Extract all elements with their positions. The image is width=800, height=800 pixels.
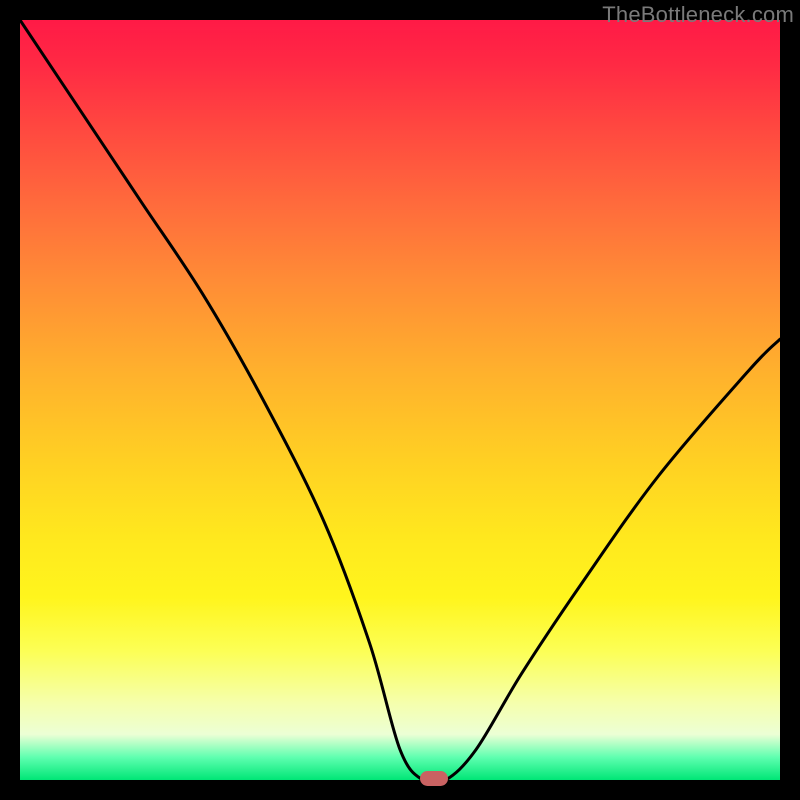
bottleneck-curve [20, 20, 780, 780]
watermark-text: TheBottleneck.com [602, 2, 794, 28]
optimal-point-marker [420, 771, 448, 786]
curve-path [20, 20, 780, 784]
chart-frame: TheBottleneck.com [0, 0, 800, 800]
